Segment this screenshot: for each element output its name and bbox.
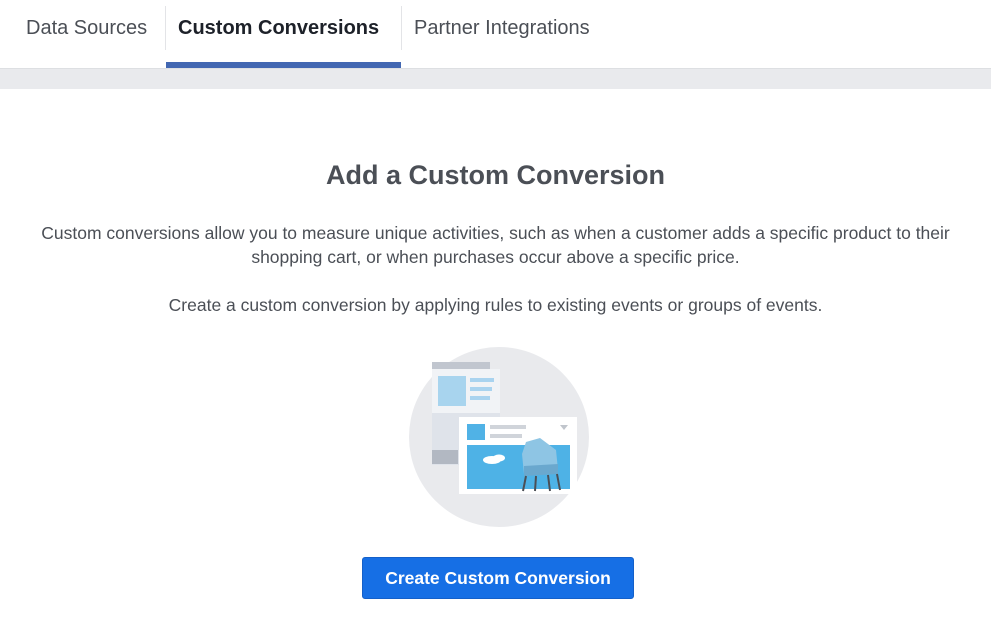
- description-text: Custom conversions allow you to measure …: [41, 223, 950, 267]
- tab-bar: Data Sources Custom Conversions Partner …: [0, 0, 991, 68]
- custom-conversion-illustration-icon: [409, 347, 589, 527]
- section-divider-band: [0, 68, 991, 89]
- create-custom-conversion-button[interactable]: Create Custom Conversion: [362, 557, 634, 599]
- tab-custom-conversions[interactable]: Custom Conversions: [178, 0, 379, 68]
- tab-divider: [401, 6, 402, 50]
- tab-partner-integrations[interactable]: Partner Integrations: [414, 0, 590, 68]
- page-title: Add a Custom Conversion: [325, 160, 666, 190]
- instruction-text: Create a custom conversion by applying r…: [168, 295, 823, 315]
- tab-data-sources[interactable]: Data Sources: [26, 0, 147, 68]
- tab-divider: [165, 6, 166, 50]
